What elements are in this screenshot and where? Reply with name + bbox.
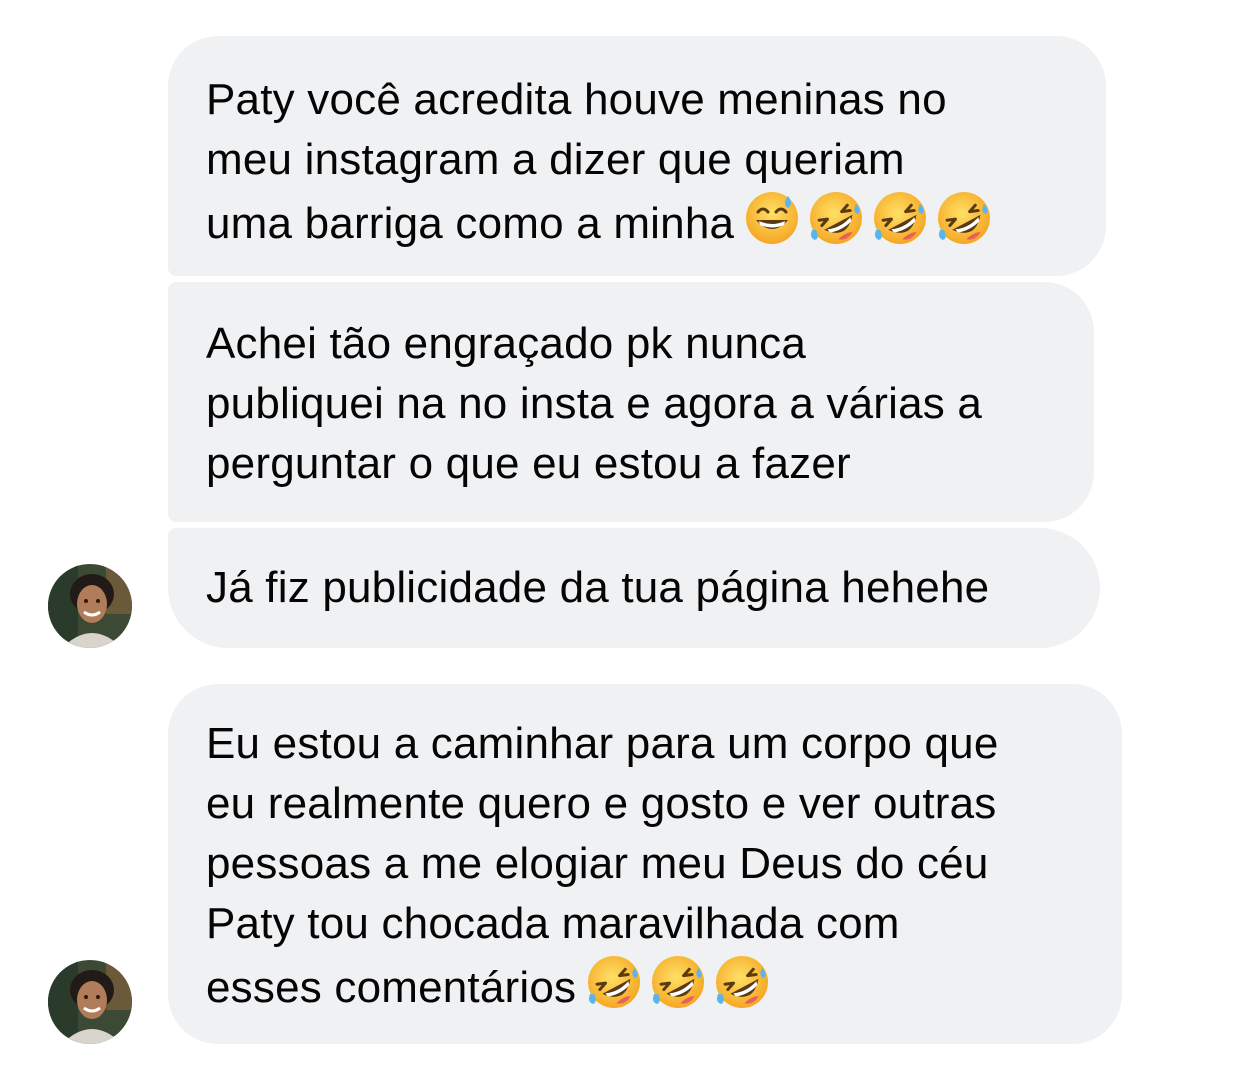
rofl-emoji xyxy=(872,190,928,246)
message-bubble[interactable]: Achei tão engraçado pk nunca publiquei n… xyxy=(168,282,1094,522)
rofl-emoji xyxy=(936,190,992,246)
message-bubble[interactable]: Já fiz publicidade da tua página hehehe xyxy=(168,528,1100,648)
avatar-photo xyxy=(48,960,132,1044)
message-text: Paty você acredita houve meninas no meu … xyxy=(206,70,1070,254)
sender-avatar[interactable] xyxy=(48,564,132,648)
rofl-emoji xyxy=(586,954,642,1010)
rofl-emoji xyxy=(650,954,706,1010)
avatar-photo xyxy=(48,564,132,648)
sender-avatar[interactable] xyxy=(48,960,132,1044)
emoji-group xyxy=(744,190,992,246)
message-text: Já fiz publicidade da tua página hehehe xyxy=(206,563,990,612)
rofl-emoji xyxy=(714,954,770,1010)
emoji-group xyxy=(586,954,770,1010)
message-text: Achei tão engraçado pk nunca publiquei n… xyxy=(206,319,983,488)
grinning-sweat-emoji xyxy=(744,190,800,246)
message-text: Eu estou a caminhar para um corpo que eu… xyxy=(206,714,1086,1018)
rofl-emoji xyxy=(808,190,864,246)
message-bubble[interactable]: Eu estou a caminhar para um corpo que eu… xyxy=(168,684,1122,1044)
message-bubble[interactable]: Paty você acredita houve meninas no meu … xyxy=(168,36,1106,276)
message-thread: Paty você acredita houve meninas no meu … xyxy=(0,0,1248,1086)
